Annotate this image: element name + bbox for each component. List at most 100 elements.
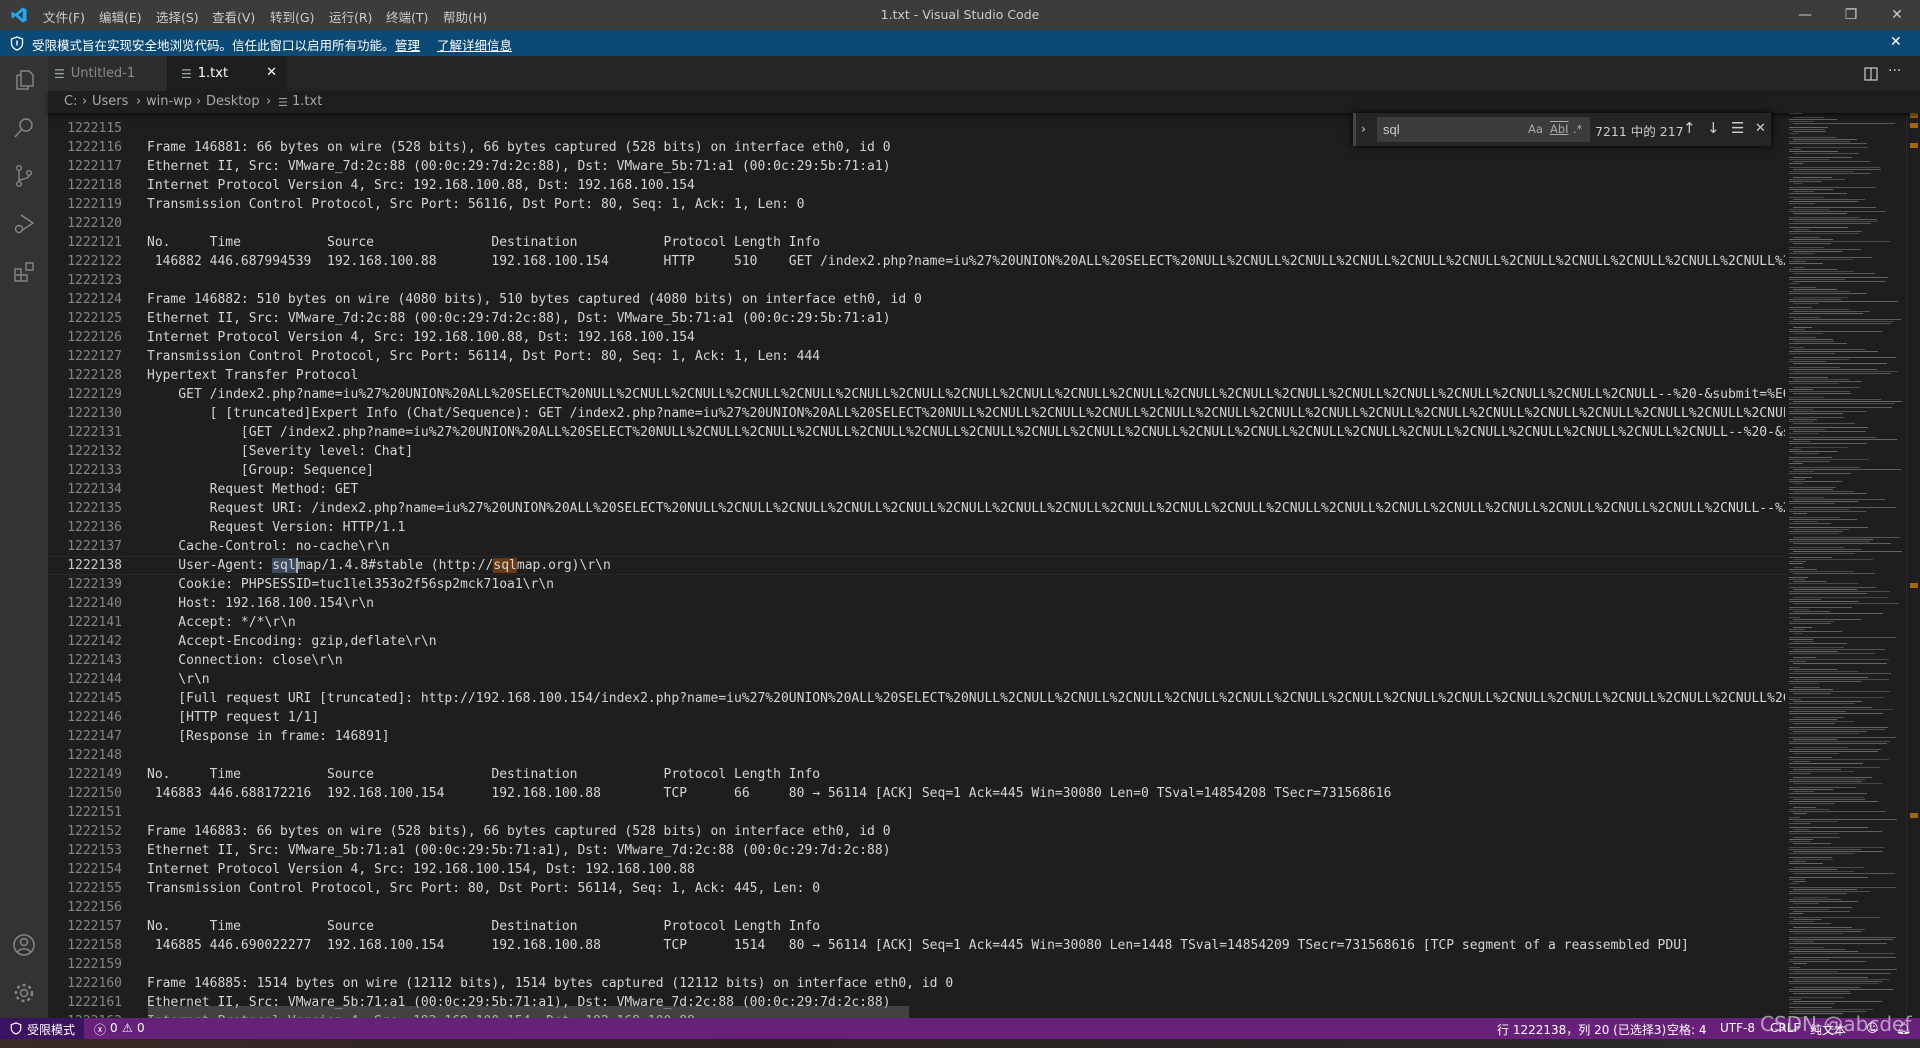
menu-file[interactable]: 文件(F) [43,7,85,26]
editor-line[interactable]: 1222153 Ethernet II, Src: VMware_5b:71:a1… [48,841,1785,860]
indentation[interactable]: 空格: 4 [1667,1021,1707,1038]
previous-match-arrow-up-icon[interactable]: ↑ [1683,119,1696,137]
whole-word-toggle[interactable]: AbI [1550,122,1569,136]
restricted-mode-indicator[interactable]: 受限模式 [0,1018,84,1039]
editor-line[interactable]: 1222122 146882 446.687994539 192.168.100… [48,252,1785,271]
editor-line[interactable]: 1222144 \r\n [48,670,1785,689]
menu-selection[interactable]: 选择(S) [156,7,199,26]
account-icon[interactable] [12,933,36,957]
run-debug-icon[interactable] [12,212,36,236]
editor-line[interactable]: 1222159 [48,955,1785,974]
search-icon[interactable] [12,116,36,140]
editor-line[interactable]: 1222123 [48,271,1785,290]
editor-line[interactable]: 1222119 Transmission Control Protocol, Sr… [48,195,1785,214]
vertical-scrollbar[interactable] [1906,113,1920,1018]
editor-line[interactable]: 1222126 Internet Protocol Version 4, Src:… [48,328,1785,347]
find-in-selection-icon[interactable]: ☰ [1731,119,1744,137]
split-editor-icon[interactable] [1864,67,1878,81]
match-case-toggle[interactable]: Aa [1528,122,1543,136]
minimap-line [1789,463,1803,464]
minimap-line [1789,741,1890,742]
extensions-icon[interactable] [12,260,36,284]
breadcrumb-file[interactable]: 1.txt [292,94,322,109]
editor-line[interactable]: 1222125 Ethernet II, Src: VMware_7d:2c:88… [48,309,1785,328]
minimap-line [1793,649,1885,650]
close-banner-icon[interactable]: ✕ [1890,34,1902,50]
editor-line[interactable]: 1222131 [GET /index2.php?name=iu%27%20UN… [48,423,1785,442]
editor-line[interactable]: 1222136 Request Version: HTTP/1.1 [48,518,1785,537]
source-control-icon[interactable] [12,164,36,188]
editor-line[interactable]: 1222143 Connection: close\r\n [48,651,1785,670]
encoding[interactable]: UTF-8 [1720,1021,1755,1035]
breadcrumb-win-wp[interactable]: win-wp [146,94,192,109]
editor-line[interactable]: 1222154 Internet Protocol Version 4, Src:… [48,860,1785,879]
editor-line[interactable]: 1222156 [48,898,1785,917]
menu-edit[interactable]: 编辑(E) [99,7,142,26]
manage-link[interactable]: 管理 [395,35,420,54]
next-match-arrow-down-icon[interactable]: ↓ [1707,119,1720,137]
editor-line[interactable]: 1222139 Cookie: PHPSESSID=tuc1lel353o2f5… [48,575,1785,594]
close-window-button[interactable]: ✕ [1874,0,1920,30]
breadcrumb-drive[interactable]: C: [64,94,77,109]
horizontal-scrollbar[interactable] [148,1006,909,1018]
minimap-line [1789,997,1844,998]
editor-line[interactable]: 1222141 Accept: */*\r\n [48,613,1785,632]
editor-line[interactable]: 1222158 146885 446.690022277 192.168.100… [48,936,1785,955]
editor-line[interactable]: 1222134 Request Method: GET [48,480,1785,499]
minimize-button[interactable]: — [1782,0,1828,30]
editor-line[interactable]: 1222151 [48,803,1785,822]
minimap-line [1789,571,1854,572]
regex-toggle[interactable]: .* [1573,122,1582,136]
editor-line[interactable]: 1222121 No. Time Source Destination Proto… [48,233,1785,252]
toggle-replace-chevron-icon[interactable]: › [1361,121,1366,136]
editor-line[interactable]: 1222135 Request URI: /index2.php?name=iu… [48,499,1785,518]
line-text: [Severity level: Chat] [147,444,414,459]
explorer-icon[interactable] [12,68,36,92]
tab-untitled-1[interactable]: ☰ Untitled-1 [48,56,167,91]
editor-line[interactable]: 1222138 User-Agent: sql map/1.4.8#stable … [48,556,1785,575]
editor-line[interactable]: 1222148 [48,746,1785,765]
restore-button[interactable]: ❐ [1828,0,1874,30]
learn-more-link[interactable]: 了解详细信息 [437,35,512,54]
more-actions-icon[interactable]: ··· [1888,63,1901,79]
editor-line[interactable]: 1222127 Transmission Control Protocol, Sr… [48,347,1785,366]
editor-line[interactable]: 1222130 [ [truncated]Expert Info (Chat/S… [48,404,1785,423]
menu-run[interactable]: 运行(R) [329,7,372,26]
error-count[interactable]: 0 [110,1021,118,1035]
editor-line[interactable]: 1222155 Transmission Control Protocol, Sr… [48,879,1785,898]
warning-count[interactable]: 0 [137,1021,145,1035]
editor-line[interactable]: 1222157 No. Time Source Destination Proto… [48,917,1785,936]
menu-view[interactable]: 查看(V) [212,7,255,26]
editor-line[interactable]: 1222124 Frame 146882: 510 bytes on wire (… [48,290,1785,309]
menu-go[interactable]: 转到(G) [270,7,314,26]
editor-line[interactable]: 1222129 GET /index2.php?name=iu%27%20UNI… [48,385,1785,404]
menu-help[interactable]: 帮助(H) [443,7,487,26]
editor-line[interactable]: 1222140 Host: 192.168.100.154\r\n [48,594,1785,613]
editor-line[interactable]: 1222160 Frame 146885: 1514 bytes on wire … [48,974,1785,993]
close-tab-icon[interactable]: ✕ [266,65,277,80]
editor-line[interactable]: 1222152 Frame 146883: 66 bytes on wire (5… [48,822,1785,841]
editor-line[interactable]: 1222128 Hypertext Transfer Protocol [48,366,1785,385]
breadcrumb-users[interactable]: Users [92,94,128,109]
close-find-icon[interactable]: ✕ [1755,121,1766,136]
line-text: Request URI: /index2.php?name=iu%27%20UN… [147,501,1785,516]
minimap[interactable] [1785,113,1906,1018]
editor-line[interactable]: 1222120 [48,214,1785,233]
editor-line[interactable]: 1222149 No. Time Source Destination Proto… [48,765,1785,784]
editor-line[interactable]: 1222150 146883 446.688172216 192.168.100… [48,784,1785,803]
editor-line[interactable]: 1222132 [Severity level: Chat] [48,442,1785,461]
editor-line[interactable]: 1222142 Accept-Encoding: gzip,deflate\r\… [48,632,1785,651]
text-editor[interactable]: 1222115 1222116 Frame 146881: 66 bytes on … [48,113,1785,1018]
editor-line[interactable]: 1222117 Ethernet II, Src: VMware_7d:2c:88… [48,157,1785,176]
editor-line[interactable]: 1222145 [Full request URI [truncated]: h… [48,689,1785,708]
editor-line[interactable]: 1222147 [Response in frame: 146891] [48,727,1785,746]
settings-gear-icon[interactable] [12,981,36,1005]
breadcrumb-desktop[interactable]: Desktop [206,94,260,109]
editor-line[interactable]: 1222146 [HTTP request 1/1] [48,708,1785,727]
tab-1-txt[interactable]: ☰ 1.txt ✕ [167,56,287,91]
menu-terminal[interactable]: 终端(T) [386,7,428,26]
cursor-position[interactable]: 行 1222138，列 20 (已选择3) [1497,1021,1666,1038]
editor-line[interactable]: 1222133 [Group: Sequence] [48,461,1785,480]
editor-line[interactable]: 1222118 Internet Protocol Version 4, Src:… [48,176,1785,195]
editor-line[interactable]: 1222137 Cache-Control: no-cache\r\n [48,537,1785,556]
